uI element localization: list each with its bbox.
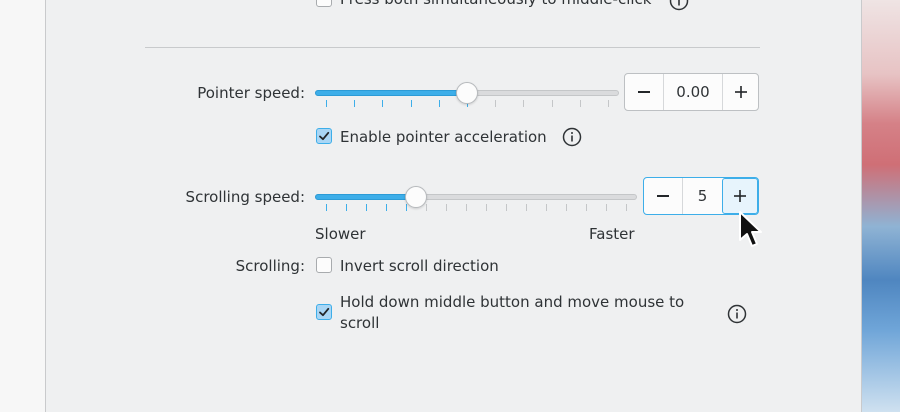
- increase-button[interactable]: [722, 178, 758, 214]
- invert-scroll-checkbox[interactable]: [316, 257, 332, 273]
- slider-tick: [326, 100, 327, 107]
- scrolling-label: Scrolling:: [235, 257, 305, 275]
- middle-click-emulation-label: Press both simultaneously to middle-clic…: [340, 0, 651, 8]
- slider-tick: [466, 204, 467, 211]
- mouse-pointer-icon: [739, 211, 762, 247]
- plus-icon: [735, 86, 747, 98]
- pointer-speed-value[interactable]: 0.00: [664, 74, 722, 110]
- middle-click-emulation-checkbox[interactable]: [316, 0, 332, 7]
- slider-tick: [586, 204, 587, 211]
- pointer-speed-label: Pointer speed:: [197, 84, 305, 102]
- increase-button[interactable]: [723, 74, 759, 110]
- desktop-wallpaper: [861, 0, 900, 412]
- slider-tick: [523, 100, 524, 107]
- middle-button-scroll-label: Hold down middle button and move mouse t…: [340, 293, 684, 332]
- info-icon[interactable]: [669, 0, 689, 11]
- scrolling-speed-label: Scrolling speed:: [185, 188, 305, 206]
- slider-tick: [426, 204, 427, 211]
- decrease-button[interactable]: [626, 74, 662, 110]
- slider-tick: [566, 204, 567, 211]
- section-separator: [145, 47, 760, 48]
- slider-tick: [439, 100, 440, 107]
- pointer-speed-slider[interactable]: [315, 82, 619, 112]
- scrolling-speed-slider[interactable]: [315, 186, 637, 216]
- slider-tick: [552, 100, 553, 107]
- slider-handle[interactable]: [405, 186, 427, 208]
- slider-tick: [626, 204, 627, 211]
- slider-fill: [315, 194, 416, 200]
- slider-tick: [608, 100, 609, 107]
- slider-fill: [315, 90, 467, 96]
- checkmark-icon: [319, 307, 330, 317]
- faster-label: Faster: [589, 225, 635, 243]
- minus-icon: [657, 195, 669, 197]
- decrease-button[interactable]: [645, 178, 681, 214]
- middle-button-scroll-checkbox[interactable]: [316, 304, 332, 320]
- pointer-acceleration-label: Enable pointer acceleration: [340, 128, 547, 146]
- info-icon[interactable]: [727, 304, 747, 324]
- slider-tick: [366, 204, 367, 211]
- slider-tick: [495, 100, 496, 107]
- slider-tick: [411, 100, 412, 107]
- pointer-speed-spinbox[interactable]: 0.00: [624, 73, 759, 111]
- slider-tick: [326, 204, 327, 211]
- plus-icon: [734, 190, 746, 202]
- slider-tick: [546, 204, 547, 211]
- slider-tick: [606, 204, 607, 211]
- scrolling-speed-value[interactable]: 5: [683, 178, 722, 214]
- slider-tick: [354, 100, 355, 107]
- pointer-acceleration-checkbox[interactable]: [316, 128, 332, 144]
- slider-tick: [406, 204, 407, 211]
- middle-button-scroll-label-line2: scroll: [340, 314, 380, 332]
- desktop-background-left: [0, 0, 45, 412]
- minus-icon: [638, 91, 650, 93]
- slider-tick: [346, 204, 347, 211]
- invert-scroll-label: Invert scroll direction: [340, 257, 499, 275]
- info-icon[interactable]: [562, 127, 582, 147]
- slider-tick: [526, 204, 527, 211]
- slider-tick: [580, 100, 581, 107]
- slider-tick: [386, 204, 387, 211]
- slider-tick: [446, 204, 447, 211]
- slower-label: Slower: [315, 225, 366, 243]
- slider-tick: [382, 100, 383, 107]
- middle-button-scroll-label-line1: Hold down middle button and move mouse t…: [340, 293, 685, 311]
- slider-tick: [486, 204, 487, 211]
- checkmark-icon: [319, 131, 330, 141]
- slider-tick: [506, 204, 507, 211]
- slider-handle[interactable]: [456, 82, 478, 104]
